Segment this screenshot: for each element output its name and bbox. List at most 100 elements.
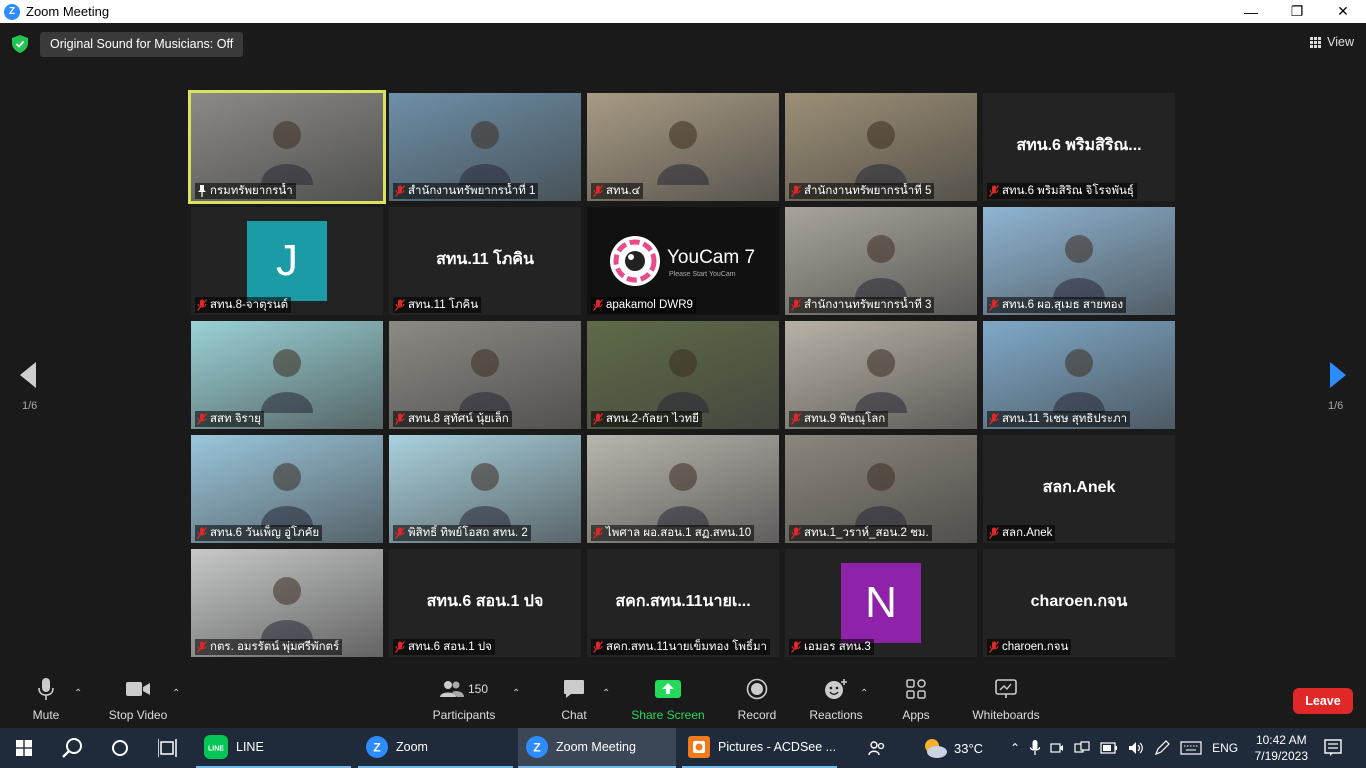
participant-avatar: N [841, 563, 921, 643]
participant-tile[interactable]: สทน.2-กัลยา ไวทยี [587, 321, 779, 429]
maximize-button[interactable]: ❐ [1274, 0, 1320, 23]
previous-page-arrow-icon[interactable] [18, 360, 38, 390]
participant-tile[interactable]: สทน.9 พิษณุโลก [785, 321, 977, 429]
participant-tile[interactable]: สำนักงานทรัพยากรน้ำที่ 1 [389, 93, 581, 201]
next-page-arrow-icon[interactable] [1328, 360, 1348, 390]
mic-muted-icon [395, 527, 405, 539]
participant-tile[interactable]: พิสิทธิ์ ทิพย์โอสถ สทน. 2 [389, 435, 581, 543]
input-language[interactable]: ENG [1212, 741, 1238, 755]
security-shield-icon[interactable] [12, 35, 28, 53]
tray-pen-icon[interactable] [1154, 740, 1170, 756]
close-button[interactable]: ✕ [1320, 0, 1366, 23]
participant-tile[interactable]: สลก.Anek สลก.Anek [983, 435, 1175, 543]
line-icon: LINE [204, 735, 228, 759]
participants-button[interactable]: 150 Participants [430, 674, 498, 728]
person-silhouette [261, 577, 313, 641]
participant-name-label: สทน.6 สอน.1 ปจ [393, 639, 495, 655]
participant-tile[interactable]: กตร. อมรรัตน์ พุ่มศรีพักตร์ [191, 549, 383, 657]
tray-expand-caret-icon[interactable]: ⌃ [1010, 741, 1020, 755]
weather-widget[interactable]: 33°C [922, 728, 983, 768]
whiteboards-button[interactable]: Whiteboards [968, 674, 1044, 728]
youcam-title: YouCam 7 [667, 247, 756, 268]
participant-name-label: สทน.6 พริมสิริณ จิโรจพันธุ์ [987, 183, 1137, 199]
participants-options-caret-icon[interactable]: ⌃ [512, 688, 520, 699]
apps-button[interactable]: Apps [898, 674, 934, 728]
participant-name: สทน.11 วิเชษ สุทธิประภา [1002, 413, 1128, 425]
record-button[interactable]: Record [736, 674, 778, 728]
participant-tile[interactable]: สทน.๔ [587, 93, 779, 201]
participant-tile[interactable]: N เอมอร สทน.3 [785, 549, 977, 657]
audio-options-caret-icon[interactable]: ⌃ [74, 688, 82, 699]
people-icon[interactable] [868, 728, 886, 768]
participant-tile[interactable]: J สทน.8-จาตุรนต์ [191, 207, 383, 315]
zoom-icon: Z [526, 736, 548, 758]
tray-battery-icon[interactable] [1100, 742, 1118, 754]
stop-video-button[interactable]: Stop Video [106, 674, 170, 728]
tray-volume-icon[interactable] [1128, 741, 1144, 755]
participant-name: เอมอร สทน.3 [804, 641, 871, 653]
participant-tile[interactable]: กรมทรัพยากรน้ำ [188, 90, 386, 204]
participant-tile[interactable]: สทน.6 วันเพ็ญ อู่โภคัย [191, 435, 383, 543]
chat-options-caret-icon[interactable]: ⌃ [602, 688, 610, 699]
record-label: Record [737, 708, 777, 722]
video-camera-icon [126, 682, 150, 696]
participant-name: กตร. อมรรัตน์ พุ่มศรีพักตร์ [210, 641, 340, 653]
windows-start-icon[interactable] [16, 740, 32, 756]
chat-button[interactable]: Chat [556, 674, 592, 728]
search-icon[interactable] [61, 737, 83, 759]
taskbar-app-acdsee[interactable]: Pictures - ACDSee ... [682, 728, 837, 768]
window-titlebar: Z Zoom Meeting — ❐ ✕ [0, 0, 1366, 23]
taskbar-app-zoom[interactable]: Z Zoom [358, 728, 513, 768]
mic-muted-icon [593, 641, 603, 653]
whiteboard-icon [995, 679, 1017, 698]
participant-tile[interactable]: สทน.11 วิเชษ สุทธิประภา [983, 321, 1175, 429]
participant-tile[interactable]: สำนักงานทรัพยากรน้ำที่ 5 [785, 93, 977, 201]
tray-network-icon[interactable] [1074, 741, 1090, 755]
action-center-icon[interactable] [1324, 739, 1342, 757]
participant-tile[interactable]: สทน.6 พริมสิริณ... สทน.6 พริมสิริณ จิโรจพ… [983, 93, 1175, 201]
task-view-icon[interactable] [158, 739, 178, 757]
participant-tile[interactable]: สสท จิรายุ [191, 321, 383, 429]
mic-muted-icon [395, 641, 405, 653]
person-silhouette [855, 121, 907, 185]
mic-muted-icon [791, 527, 801, 539]
participant-tile[interactable]: สคก.สทน.11นายเ... สคก.สทน.11นายเข็มทอง โพ… [587, 549, 779, 657]
person-silhouette [459, 463, 511, 527]
person-silhouette [261, 463, 313, 527]
participant-name-label: สทน.1_วราห์_สอน.2 ชม. [789, 525, 932, 541]
tray-microphone-icon[interactable] [1030, 740, 1041, 756]
participant-tile[interactable]: YouCam 7 Please Start YouCam apakamol DWR9 [587, 207, 779, 315]
leave-button[interactable]: Leave [1293, 688, 1353, 714]
view-label: View [1327, 35, 1354, 49]
taskbar-app-zoom-meeting[interactable]: Z Zoom Meeting [518, 728, 676, 768]
minimize-button[interactable]: — [1228, 0, 1274, 23]
taskbar-app-line[interactable]: LINE LINE [196, 728, 351, 768]
reactions-button[interactable]: Reactions [808, 674, 864, 728]
mic-muted-icon [593, 299, 603, 311]
participant-tile[interactable]: สทน.6 ผอ.สุเมธ สายทอง [983, 207, 1175, 315]
participant-name-label: สคก.สทน.11นายเข็มทอง โพธิ์มา [591, 639, 771, 655]
participant-name: สทน.2-กัลยา ไวทยี [606, 413, 699, 425]
mute-button[interactable]: Mute [28, 674, 64, 728]
participant-tile[interactable]: สทน.1_วราห์_สอน.2 ชม. [785, 435, 977, 543]
participant-tile[interactable]: สทน.8 สุทัศน์ นุ้ยเล็ก [389, 321, 581, 429]
participant-tile[interactable]: charoen.กจน charoen.กจน [983, 549, 1175, 657]
participant-tile[interactable]: สทน.6 สอน.1 ปจ สทน.6 สอน.1 ปจ [389, 549, 581, 657]
person-silhouette [855, 463, 907, 527]
participant-tile[interactable]: สทน.11 โภคิน สทน.11 โภคิน [389, 207, 581, 315]
tray-camera-icon[interactable] [1050, 741, 1064, 755]
tray-keyboard-icon[interactable] [1180, 741, 1202, 755]
share-screen-button[interactable]: Share Screen [630, 674, 706, 728]
participant-name: สทน.6 ผอ.สุเมธ สายทอง [1002, 299, 1124, 311]
participant-name: สทน.1_วราห์_สอน.2 ชม. [804, 527, 929, 539]
cortana-icon[interactable] [111, 739, 129, 757]
original-sound-button[interactable]: Original Sound for Musicians: Off [40, 32, 244, 57]
video-options-caret-icon[interactable]: ⌃ [172, 688, 180, 699]
view-button[interactable]: View [1310, 35, 1354, 49]
taskbar-clock[interactable]: 10:42 AM 7/19/2023 [1255, 732, 1308, 764]
reactions-options-caret-icon[interactable]: ⌃ [860, 688, 868, 699]
mic-muted-icon [791, 641, 801, 653]
person-silhouette [1053, 349, 1105, 413]
participant-tile[interactable]: ไพศาล ผอ.สอน.1 สฏ.สทน.10 [587, 435, 779, 543]
participant-tile[interactable]: สำนักงานทรัพยากรน้ำที่ 3 [785, 207, 977, 315]
